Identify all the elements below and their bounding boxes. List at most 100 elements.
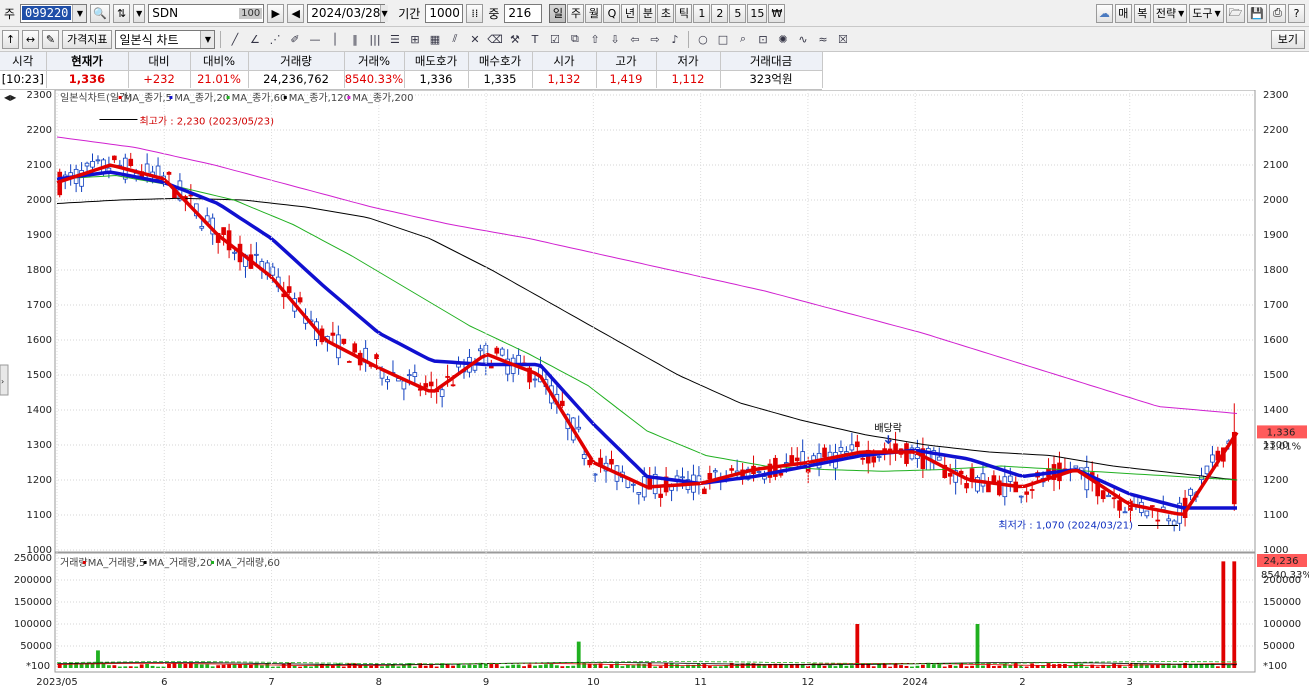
- interval-tab-10[interactable]: 5: [729, 3, 747, 23]
- stock-name-field[interactable]: SDN 100: [148, 3, 265, 23]
- grid-icon[interactable]: ⁞⁞: [466, 3, 484, 23]
- up-arrow-icon[interactable]: ⇧: [586, 30, 603, 49]
- view-button[interactable]: 보기: [1270, 29, 1305, 49]
- left-arrow-icon[interactable]: ⇦: [626, 30, 643, 49]
- interval-tab-12[interactable]: ₩: [768, 3, 786, 23]
- volume-bar: [216, 665, 221, 668]
- horizontal-line-icon[interactable]: —: [306, 30, 323, 49]
- trendline-icon[interactable]: ╱: [226, 30, 243, 49]
- interval-tab-5[interactable]: 분: [639, 3, 657, 23]
- candle-body: [712, 470, 718, 473]
- help-icon[interactable]: ?: [1288, 3, 1305, 23]
- volume-bar: [1084, 666, 1089, 668]
- note-icon[interactable]: ♪: [666, 30, 683, 49]
- wave2-icon[interactable]: ≈: [814, 30, 831, 49]
- right-button-multi[interactable]: 복: [1133, 3, 1151, 23]
- volume-tick-right: 150000: [1263, 597, 1301, 608]
- right-arrow-icon[interactable]: ⇨: [646, 30, 663, 49]
- count-input[interactable]: 216: [504, 3, 543, 23]
- chevron-down-icon[interactable]: ▼: [72, 4, 87, 22]
- image-icon[interactable]: ⧉: [566, 30, 583, 49]
- circle-icon[interactable]: ○: [694, 30, 711, 49]
- zoom-area-icon[interactable]: ⊡: [754, 30, 771, 49]
- strategy-button[interactable]: 전략 ▼: [1152, 3, 1188, 23]
- parallel-icon[interactable]: ⫽: [446, 30, 463, 49]
- eraser-icon[interactable]: ⌫: [486, 30, 503, 49]
- volume-bar: [1139, 663, 1144, 668]
- candle-body: [729, 468, 734, 471]
- interval-tab-9[interactable]: 2: [711, 3, 729, 23]
- scroll-left-icon[interactable]: ◀▶: [4, 93, 17, 102]
- delete-drawing-icon[interactable]: ☒: [834, 30, 851, 49]
- volume-bar: [970, 665, 974, 668]
- drawing-toolbar: ↑ ↔ ✎ 가격지표 일본식 차트 ▼ ╱ ∠ ⋰ ✐ — │ ‖ ||| ☰ …: [0, 27, 1309, 52]
- zoom-icon[interactable]: ⌕: [734, 30, 751, 49]
- arrow-up-icon[interactable]: ↑: [2, 29, 19, 49]
- print-icon[interactable]: ⎙: [1269, 3, 1286, 23]
- interval-tab-3[interactable]: Q: [603, 3, 621, 23]
- down-arrow-icon[interactable]: ⇩: [606, 30, 623, 49]
- interval-tab-11[interactable]: 15: [747, 3, 768, 23]
- volume-bar: [298, 666, 303, 668]
- candle-body: [112, 155, 117, 161]
- gann-icon[interactable]: ⊞: [406, 30, 423, 49]
- vertical-line-icon[interactable]: │: [326, 30, 343, 49]
- interval-tab-6[interactable]: 초: [657, 3, 675, 23]
- interval-tab-2[interactable]: 월: [585, 3, 603, 23]
- cross-lines-icon[interactable]: ✕: [466, 30, 483, 49]
- chevron-down-icon[interactable]: ▼: [200, 30, 215, 48]
- volume-bar: [156, 666, 160, 668]
- interval-tab-4[interactable]: 년: [621, 3, 639, 23]
- bug-icon[interactable]: ✺: [774, 30, 791, 49]
- volume-bar: [139, 664, 144, 668]
- checklist-icon[interactable]: ☑: [546, 30, 563, 49]
- table-icon[interactable]: ▦: [426, 30, 443, 49]
- period-input[interactable]: 1000: [425, 3, 464, 23]
- search-icon[interactable]: 🔍: [90, 3, 111, 23]
- save-icon[interactable]: 💾: [1247, 3, 1267, 23]
- right-button-buy[interactable]: 매: [1114, 3, 1132, 23]
- price-indicator-button[interactable]: 가격지표: [62, 29, 113, 49]
- volume-bar: [991, 666, 996, 668]
- angle-icon[interactable]: ∠: [246, 30, 263, 49]
- volume-bar: [658, 666, 663, 668]
- interval-tab-0[interactable]: 일: [549, 3, 567, 23]
- chart-type-select[interactable]: 일본식 차트 ▼: [115, 29, 216, 49]
- volume-bar: [615, 663, 619, 668]
- fan-icon[interactable]: ⋰: [266, 30, 283, 49]
- market-label: 주: [4, 6, 16, 21]
- quote-header-cell: 저가: [656, 52, 721, 71]
- candle-body: [1002, 476, 1008, 498]
- square-icon[interactable]: □: [714, 30, 731, 49]
- volume-bar: [79, 664, 84, 668]
- edit-icon[interactable]: ✎: [42, 29, 59, 49]
- fib-icon[interactable]: ☰: [386, 30, 403, 49]
- interval-tab-8[interactable]: 1: [693, 3, 711, 23]
- stock-chart[interactable]: ◀▶ › 2300 2300 2200 2200 2100 2100 2000 2000 190…: [0, 90, 1309, 688]
- volume-legend-item: MA_거래량,20: [149, 557, 213, 569]
- bars-icon[interactable]: |||: [366, 30, 383, 49]
- sort-icon[interactable]: ⇅: [113, 3, 131, 23]
- interval-tab-7[interactable]: 틱: [675, 3, 693, 23]
- x-tick-label: 3: [1127, 677, 1133, 688]
- wave-icon[interactable]: ∿: [794, 30, 811, 49]
- stock-code-field[interactable]: 099220 ▼: [20, 3, 88, 23]
- interval-tab-1[interactable]: 주: [567, 3, 585, 23]
- candle-body: [221, 227, 226, 235]
- date-field[interactable]: 2024/03/28 ▼: [307, 3, 388, 23]
- next-icon[interactable]: ▶: [267, 3, 285, 23]
- chevron-down-icon[interactable]: ▼: [133, 3, 146, 23]
- volume-bar: [718, 666, 723, 668]
- tool-icon[interactable]: ⚒: [506, 30, 523, 49]
- text-icon[interactable]: T: [526, 30, 543, 49]
- volume-bar: [1221, 561, 1226, 668]
- folder-icon[interactable]: 🗁: [1225, 3, 1246, 23]
- pen-icon[interactable]: ✐: [286, 30, 303, 49]
- tools-button[interactable]: 도구 ▼: [1189, 3, 1224, 23]
- candle-body: [1150, 505, 1155, 507]
- prev-icon[interactable]: ◀: [287, 3, 305, 23]
- calendar-dropdown-icon[interactable]: ▼: [380, 4, 388, 22]
- cloud-icon[interactable]: ☁: [1095, 3, 1113, 23]
- expand-horizontal-icon[interactable]: ↔: [22, 29, 39, 49]
- channel-icon[interactable]: ‖: [346, 30, 363, 49]
